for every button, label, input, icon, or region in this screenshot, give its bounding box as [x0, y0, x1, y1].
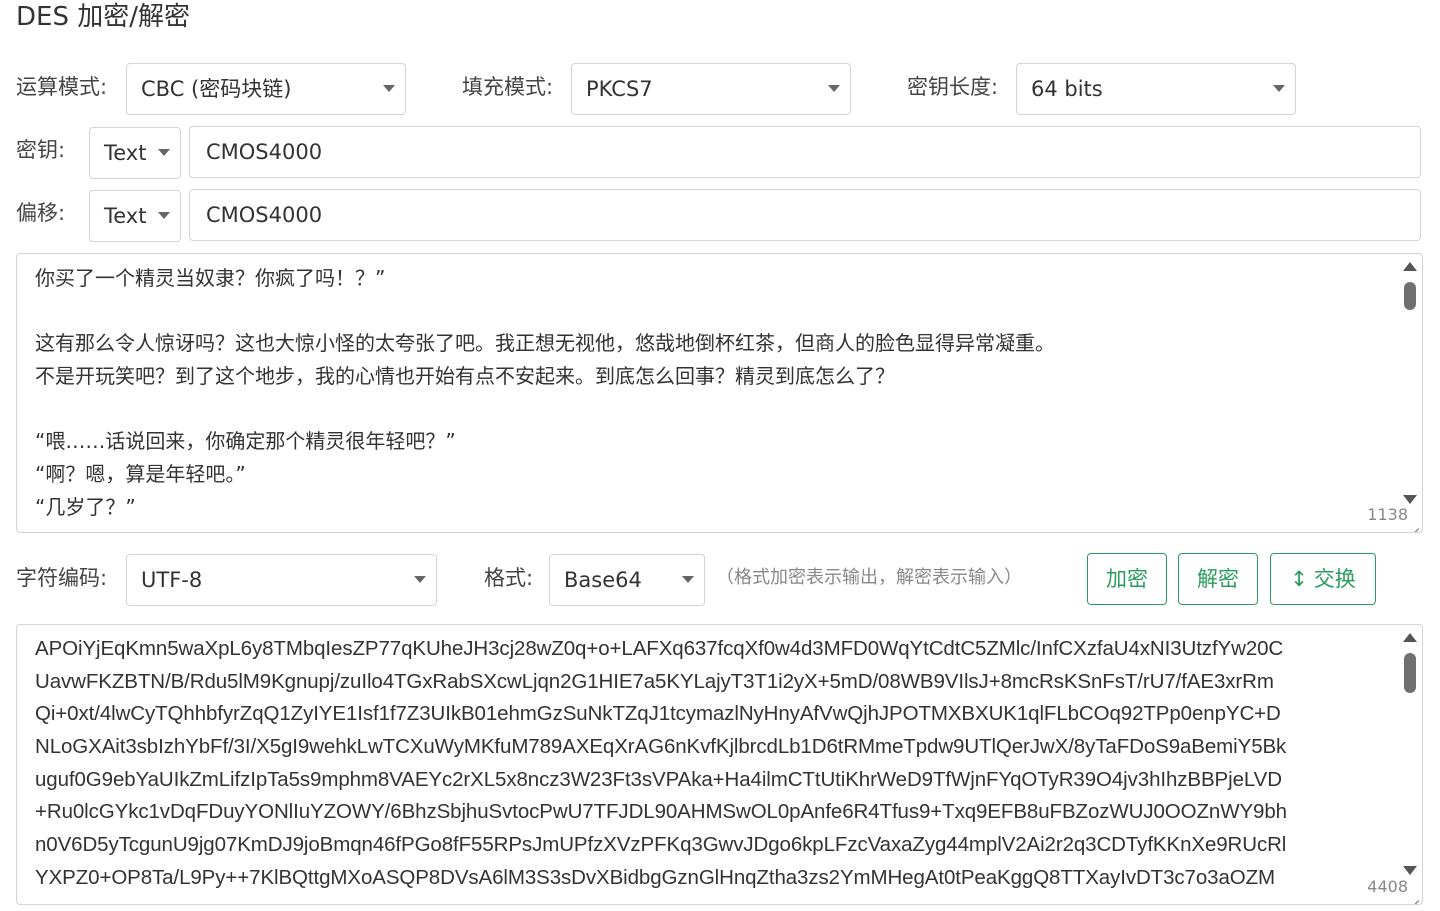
plaintext-line: “几岁了？”	[35, 494, 136, 519]
plaintext-char-count: 1138	[1367, 505, 1408, 524]
mode-select-value: CBC (密码块链)	[141, 77, 292, 101]
encoding-select-value: UTF-8	[141, 568, 203, 592]
resize-grip-icon[interactable]	[1408, 890, 1420, 902]
mode-label: 运算模式:	[16, 75, 108, 99]
ciphertext-line: Qi+0xt/4lwCyTQhhbfyrZqQ1ZyIYE1Isf1f7Z3UI…	[35, 702, 1281, 726]
encrypt-button-label: 加密	[1106, 567, 1148, 591]
key-length-select[interactable]: 64 bits	[1016, 63, 1296, 115]
plaintext-line: “啊？嗯，算是年轻吧。”	[35, 462, 246, 487]
format-label: 格式:	[484, 566, 534, 590]
encrypt-button[interactable]: 加密	[1087, 553, 1167, 605]
swap-button[interactable]: ↕ 交换	[1270, 553, 1376, 605]
ciphertext-line: UavwFKZBTN/B/Rdu5lM9Kgnupj/zuIlo4TGxRabS…	[35, 669, 1274, 693]
key-input[interactable]: CMOS4000	[189, 126, 1421, 178]
resize-grip-icon[interactable]	[1408, 518, 1420, 530]
plaintext-textarea[interactable]: 你买了一个精灵当奴隶？你疯了吗！？” 这有那么令人惊讶吗？这也大惊小怪的太夸张了…	[16, 253, 1423, 533]
chevron-down-icon	[682, 576, 694, 583]
plaintext-line	[35, 393, 1382, 426]
key-type-value: Text	[104, 141, 147, 165]
ciphertext-textarea[interactable]: APOiYjEqKmn5waXpL6y8TMbqIesZP77qKUheJH3c…	[16, 624, 1423, 905]
ciphertext-char-count: 4408	[1367, 877, 1408, 896]
key-label: 密钥:	[16, 138, 66, 162]
chevron-down-icon	[383, 85, 395, 92]
chevron-down-icon	[1273, 85, 1285, 92]
encoding-select[interactable]: UTF-8	[126, 554, 437, 606]
ciphertext-content: APOiYjEqKmn5waXpL6y8TMbqIesZP77qKUheJH3c…	[35, 633, 1382, 895]
format-select[interactable]: Base64	[549, 554, 705, 606]
padding-select-value: PKCS7	[586, 77, 653, 101]
key-length-label: 密钥长度:	[907, 75, 999, 99]
ciphertext-line: NLoGXAit3sbIzhYbFf/3I/X5gI9wehkLwTCXuWyM…	[35, 735, 1287, 759]
mode-select[interactable]: CBC (密码块链)	[126, 63, 406, 115]
format-hint: （格式加密表示输出，解密表示输入）	[716, 567, 1022, 588]
ciphertext-scrollbar[interactable]	[1402, 633, 1418, 875]
ciphertext-line: uguf0G9ebYaUIkZmLifzIpTa5s9mphm8VAEYc2rX…	[35, 767, 1282, 791]
iv-label: 偏移:	[16, 201, 66, 225]
ciphertext-line: APOiYjEqKmn5waXpL6y8TMbqIesZP77qKUheJH3c…	[35, 637, 1284, 660]
scroll-up-arrow-icon[interactable]	[1403, 633, 1417, 642]
scrollbar-thumb[interactable]	[1404, 653, 1416, 693]
plaintext-content: 你买了一个精灵当奴隶？你疯了吗！？” 这有那么令人惊讶吗？这也大惊小怪的太夸张了…	[35, 262, 1382, 524]
ciphertext-line: +Ru0lcGYkc1vDqFDuyYONlIuYZOWY/6BhzSbjhuS…	[35, 800, 1287, 824]
plaintext-line: 这有那么令人惊讶吗？这也大惊小怪的太夸张了吧。我正想无视他，悠哉地倒杯红茶，但商…	[35, 331, 1055, 356]
chevron-down-icon	[414, 576, 426, 583]
page-title: DES 加密/解密	[16, 2, 190, 32]
plaintext-line: 不是开玩笑吧？到了这个地步，我的心情也开始有点不安起来。到底怎么回事？精灵到底怎…	[35, 364, 895, 389]
plaintext-line: “喂……话说回来，你确定那个精灵很年轻吧？”	[35, 429, 456, 454]
chevron-down-icon	[158, 212, 170, 219]
encoding-label: 字符编码:	[16, 566, 108, 590]
plaintext-scrollbar[interactable]	[1402, 262, 1418, 504]
scrollbar-thumb[interactable]	[1404, 282, 1416, 310]
format-select-value: Base64	[564, 568, 642, 592]
plaintext-line	[35, 295, 1382, 328]
ciphertext-line: n0V6D5yTcgunU9jg07KmDJ9joBmqn46fPGo8fF55…	[35, 833, 1287, 857]
key-length-select-value: 64 bits	[1031, 77, 1103, 101]
scroll-up-arrow-icon[interactable]	[1403, 262, 1417, 271]
decrypt-button[interactable]: 解密	[1178, 553, 1258, 605]
decrypt-button-label: 解密	[1197, 567, 1239, 591]
iv-type-select[interactable]: Text	[89, 190, 181, 242]
key-type-select[interactable]: Text	[89, 127, 181, 179]
scroll-down-arrow-icon[interactable]	[1403, 495, 1417, 504]
ciphertext-line: YXPZ0+OP8Ta/L9Py++7KlBQttgMXoASQP8DVsA6l…	[35, 865, 1275, 889]
scroll-down-arrow-icon[interactable]	[1403, 866, 1417, 875]
chevron-down-icon	[828, 85, 840, 92]
padding-select[interactable]: PKCS7	[571, 63, 851, 115]
swap-button-label: 交换	[1313, 567, 1356, 591]
iv-type-value: Text	[104, 204, 147, 228]
padding-label: 填充模式:	[462, 75, 554, 99]
iv-input[interactable]: CMOS4000	[189, 189, 1421, 241]
plaintext-line: 你买了一个精灵当奴隶？你疯了吗！？”	[35, 266, 386, 290]
chevron-down-icon	[158, 149, 170, 156]
up-down-arrow-icon: ↕	[1290, 567, 1308, 591]
